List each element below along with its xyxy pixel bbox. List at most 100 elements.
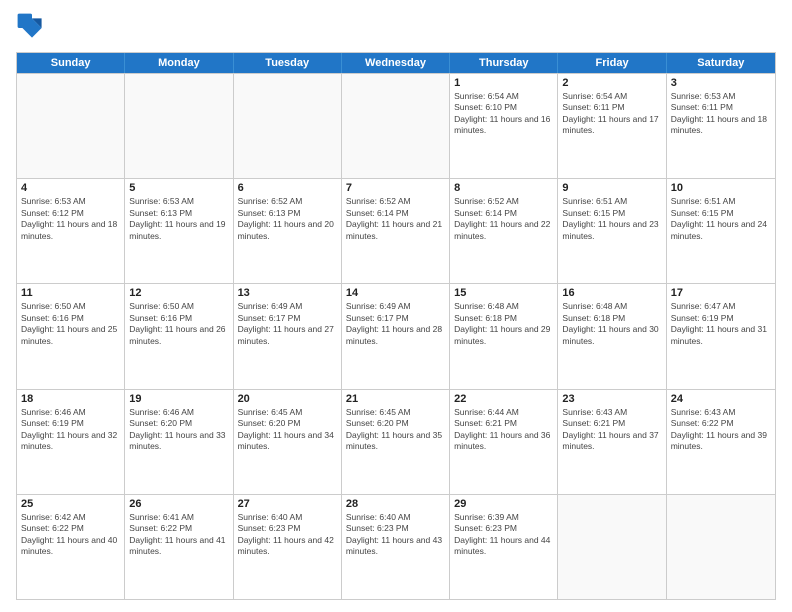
day-cell-24: 24 Sunrise: 6:43 AM Sunset: 6:22 PM Dayli…: [667, 390, 775, 494]
day-cell-29: 29 Sunrise: 6:39 AM Sunset: 6:23 PM Dayli…: [450, 495, 558, 599]
day-number: 14: [346, 287, 445, 299]
day-info: Sunrise: 6:53 AM Sunset: 6:12 PM Dayligh…: [21, 196, 120, 242]
day-cell-17: 17 Sunrise: 6:47 AM Sunset: 6:19 PM Dayli…: [667, 284, 775, 388]
day-info: Sunrise: 6:44 AM Sunset: 6:21 PM Dayligh…: [454, 407, 553, 453]
day-info: Sunrise: 6:43 AM Sunset: 6:21 PM Dayligh…: [562, 407, 661, 453]
day-number: 9: [562, 182, 661, 194]
day-info: Sunrise: 6:53 AM Sunset: 6:11 PM Dayligh…: [671, 91, 771, 137]
day-info: Sunrise: 6:42 AM Sunset: 6:22 PM Dayligh…: [21, 512, 120, 558]
day-number: 28: [346, 498, 445, 510]
page: SundayMondayTuesdayWednesdayThursdayFrid…: [0, 0, 792, 612]
calendar-header-row: SundayMondayTuesdayWednesdayThursdayFrid…: [17, 53, 775, 73]
day-info: Sunrise: 6:48 AM Sunset: 6:18 PM Dayligh…: [562, 301, 661, 347]
logo-icon: [16, 12, 48, 44]
day-info: Sunrise: 6:51 AM Sunset: 6:15 PM Dayligh…: [671, 196, 771, 242]
weekday-header-wednesday: Wednesday: [342, 53, 450, 73]
day-cell-empty-0-3: [342, 74, 450, 178]
day-number: 3: [671, 77, 771, 89]
day-info: Sunrise: 6:51 AM Sunset: 6:15 PM Dayligh…: [562, 196, 661, 242]
day-cell-22: 22 Sunrise: 6:44 AM Sunset: 6:21 PM Dayli…: [450, 390, 558, 494]
day-number: 16: [562, 287, 661, 299]
day-number: 17: [671, 287, 771, 299]
day-cell-empty-4-6: [667, 495, 775, 599]
day-number: 12: [129, 287, 228, 299]
day-number: 22: [454, 393, 553, 405]
day-number: 13: [238, 287, 337, 299]
day-cell-26: 26 Sunrise: 6:41 AM Sunset: 6:22 PM Dayli…: [125, 495, 233, 599]
day-info: Sunrise: 6:43 AM Sunset: 6:22 PM Dayligh…: [671, 407, 771, 453]
day-number: 24: [671, 393, 771, 405]
day-cell-2: 2 Sunrise: 6:54 AM Sunset: 6:11 PM Daylig…: [558, 74, 666, 178]
calendar-row-4: 25 Sunrise: 6:42 AM Sunset: 6:22 PM Dayli…: [17, 494, 775, 599]
calendar-body: 1Sunrise: 6:54 AM Sunset: 6:10 PM Daylig…: [17, 73, 775, 599]
day-number: 4: [21, 182, 120, 194]
day-cell-3: 3 Sunrise: 6:53 AM Sunset: 6:11 PM Daylig…: [667, 74, 775, 178]
weekday-header-saturday: Saturday: [667, 53, 775, 73]
day-number: 25: [21, 498, 120, 510]
day-number: 2: [562, 77, 661, 89]
calendar-row-0: 1Sunrise: 6:54 AM Sunset: 6:10 PM Daylig…: [17, 73, 775, 178]
logo: [16, 12, 52, 44]
day-cell-18: 18 Sunrise: 6:46 AM Sunset: 6:19 PM Dayli…: [17, 390, 125, 494]
day-cell-21: 21 Sunrise: 6:45 AM Sunset: 6:20 PM Dayli…: [342, 390, 450, 494]
weekday-header-monday: Monday: [125, 53, 233, 73]
calendar-row-2: 11 Sunrise: 6:50 AM Sunset: 6:16 PM Dayli…: [17, 283, 775, 388]
day-number: 11: [21, 287, 120, 299]
day-info: Sunrise: 6:49 AM Sunset: 6:17 PM Dayligh…: [238, 301, 337, 347]
day-number: 5: [129, 182, 228, 194]
day-info: Sunrise: 6:40 AM Sunset: 6:23 PM Dayligh…: [238, 512, 337, 558]
day-info: Sunrise: 6:39 AM Sunset: 6:23 PM Dayligh…: [454, 512, 553, 558]
day-cell-27: 27Sunrise: 6:40 AM Sunset: 6:23 PM Dayli…: [234, 495, 342, 599]
weekday-header-thursday: Thursday: [450, 53, 558, 73]
day-cell-9: 9 Sunrise: 6:51 AM Sunset: 6:15 PM Daylig…: [558, 179, 666, 283]
day-info: Sunrise: 6:52 AM Sunset: 6:14 PM Dayligh…: [454, 196, 553, 242]
day-cell-8: 8 Sunrise: 6:52 AM Sunset: 6:14 PM Daylig…: [450, 179, 558, 283]
day-number: 29: [454, 498, 553, 510]
day-cell-12: 12 Sunrise: 6:50 AM Sunset: 6:16 PM Dayli…: [125, 284, 233, 388]
day-cell-4: 4 Sunrise: 6:53 AM Sunset: 6:12 PM Daylig…: [17, 179, 125, 283]
day-info: Sunrise: 6:52 AM Sunset: 6:13 PM Dayligh…: [238, 196, 337, 242]
day-cell-23: 23 Sunrise: 6:43 AM Sunset: 6:21 PM Dayli…: [558, 390, 666, 494]
day-info: Sunrise: 6:52 AM Sunset: 6:14 PM Dayligh…: [346, 196, 445, 242]
day-number: 23: [562, 393, 661, 405]
day-number: 8: [454, 182, 553, 194]
day-number: 21: [346, 393, 445, 405]
day-cell-7: 7 Sunrise: 6:52 AM Sunset: 6:14 PM Daylig…: [342, 179, 450, 283]
day-cell-empty-0-2: [234, 74, 342, 178]
day-cell-10: 10Sunrise: 6:51 AM Sunset: 6:15 PM Dayli…: [667, 179, 775, 283]
day-info: Sunrise: 6:53 AM Sunset: 6:13 PM Dayligh…: [129, 196, 228, 242]
day-number: 7: [346, 182, 445, 194]
day-number: 18: [21, 393, 120, 405]
weekday-header-friday: Friday: [558, 53, 666, 73]
day-info: Sunrise: 6:54 AM Sunset: 6:11 PM Dayligh…: [562, 91, 661, 137]
day-cell-15: 15Sunrise: 6:48 AM Sunset: 6:18 PM Dayli…: [450, 284, 558, 388]
day-info: Sunrise: 6:45 AM Sunset: 6:20 PM Dayligh…: [346, 407, 445, 453]
day-info: Sunrise: 6:47 AM Sunset: 6:19 PM Dayligh…: [671, 301, 771, 347]
weekday-header-tuesday: Tuesday: [234, 53, 342, 73]
day-cell-13: 13 Sunrise: 6:49 AM Sunset: 6:17 PM Dayli…: [234, 284, 342, 388]
day-cell-14: 14 Sunrise: 6:49 AM Sunset: 6:17 PM Dayli…: [342, 284, 450, 388]
day-info: Sunrise: 6:46 AM Sunset: 6:20 PM Dayligh…: [129, 407, 228, 453]
day-cell-28: 28 Sunrise: 6:40 AM Sunset: 6:23 PM Dayli…: [342, 495, 450, 599]
day-info: Sunrise: 6:41 AM Sunset: 6:22 PM Dayligh…: [129, 512, 228, 558]
day-info: Sunrise: 6:50 AM Sunset: 6:16 PM Dayligh…: [21, 301, 120, 347]
day-info: Sunrise: 6:40 AM Sunset: 6:23 PM Dayligh…: [346, 512, 445, 558]
day-cell-20: 20Sunrise: 6:45 AM Sunset: 6:20 PM Dayli…: [234, 390, 342, 494]
day-info: Sunrise: 6:50 AM Sunset: 6:16 PM Dayligh…: [129, 301, 228, 347]
day-cell-25: 25 Sunrise: 6:42 AM Sunset: 6:22 PM Dayli…: [17, 495, 125, 599]
day-cell-6: 6 Sunrise: 6:52 AM Sunset: 6:13 PM Daylig…: [234, 179, 342, 283]
day-info: Sunrise: 6:54 AM Sunset: 6:10 PM Dayligh…: [454, 91, 553, 137]
calendar-row-3: 18 Sunrise: 6:46 AM Sunset: 6:19 PM Dayli…: [17, 389, 775, 494]
day-info: Sunrise: 6:49 AM Sunset: 6:17 PM Dayligh…: [346, 301, 445, 347]
day-number: 26: [129, 498, 228, 510]
day-number: 15: [454, 287, 553, 299]
day-cell-19: 19Sunrise: 6:46 AM Sunset: 6:20 PM Dayli…: [125, 390, 233, 494]
day-info: Sunrise: 6:46 AM Sunset: 6:19 PM Dayligh…: [21, 407, 120, 453]
day-number: 6: [238, 182, 337, 194]
day-cell-11: 11 Sunrise: 6:50 AM Sunset: 6:16 PM Dayli…: [17, 284, 125, 388]
calendar-row-1: 4 Sunrise: 6:53 AM Sunset: 6:12 PM Daylig…: [17, 178, 775, 283]
day-cell-empty-4-5: [558, 495, 666, 599]
calendar: SundayMondayTuesdayWednesdayThursdayFrid…: [16, 52, 776, 600]
day-number: 20: [238, 393, 337, 405]
header: [16, 12, 776, 44]
